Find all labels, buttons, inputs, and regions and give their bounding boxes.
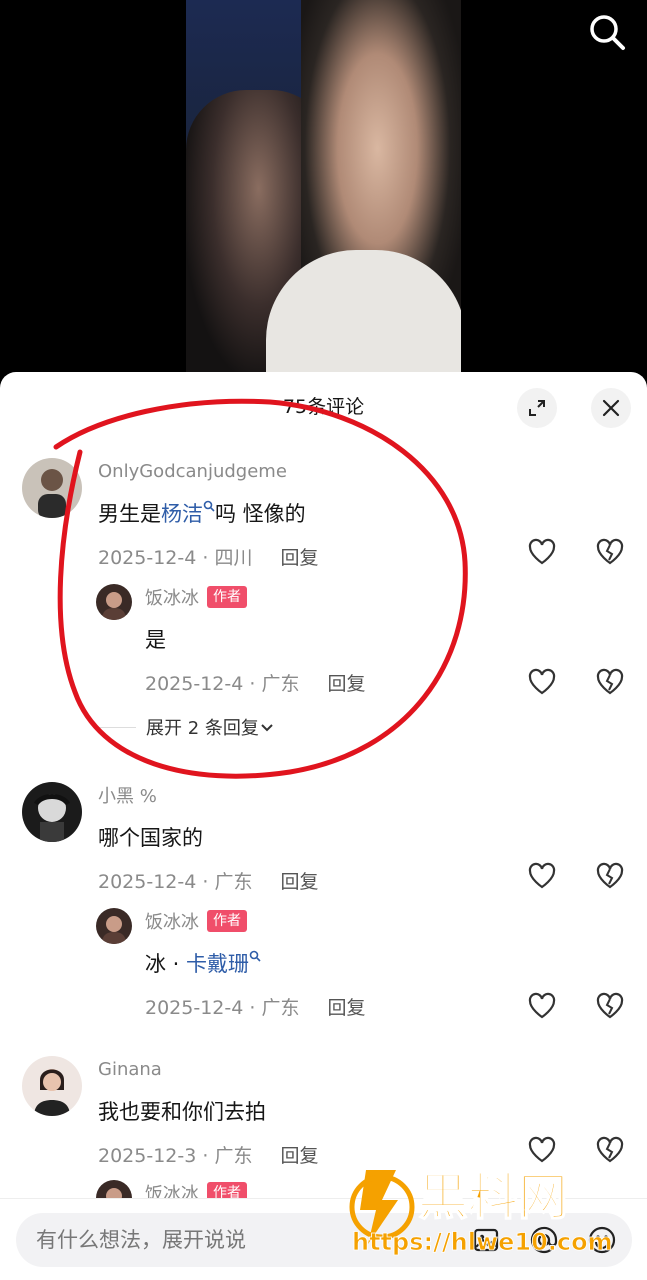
reply-button[interactable]: 回复 [327,993,365,1020]
search-icon[interactable] [585,10,629,54]
reply-button[interactable]: 回复 [280,1141,318,1168]
broken-heart-icon[interactable] [594,1134,626,1166]
close-icon[interactable] [591,388,631,428]
search-link[interactable]: 卡戴珊 [186,952,249,976]
reply-button[interactable]: 回复 [327,669,365,696]
divider [98,726,136,728]
reply-username-text[interactable]: 饭冰冰 [145,908,199,934]
expand-replies-label: 展开 2 条回复 [146,718,259,739]
avatar[interactable] [96,584,132,620]
broken-heart-icon[interactable] [594,536,626,568]
search-link[interactable]: 杨洁 [161,502,203,526]
comment-meta: 2025-12-3 · 广东 回复 [98,1140,537,1168]
broken-heart-icon[interactable] [594,990,626,1022]
comment-sheet: 75条评论 OnlyGodcanjudgeme 男生是杨洁吗 怪像的 2025-… [0,372,647,1280]
comment-meta: 2025-12-4 · 四川 回复 [98,542,537,570]
comment-text: 哪个国家的 [98,826,203,850]
heart-icon[interactable] [526,666,558,698]
avatar[interactable] [22,782,82,842]
reply-text: 冰 · 卡戴珊 [145,948,537,978]
comment-body: OnlyGodcanjudgeme 男生是杨洁吗 怪像的 2025-12-4 ·… [98,458,537,570]
input-icons [471,1225,617,1255]
reply-meta: 2025-12-4 · 广东 回复 [145,668,537,696]
expand-icon[interactable] [517,388,557,428]
avatar[interactable] [96,908,132,944]
avatar[interactable] [22,1056,82,1116]
emoji-icon[interactable] [587,1225,617,1255]
reply-button[interactable]: 回复 [280,543,318,570]
comment-meta: 2025-12-4 · 广东 回复 [98,866,537,894]
author-badge: 作者 [207,910,247,932]
search-icon [203,500,215,512]
comment-text: 我也要和你们去拍 [98,1100,266,1124]
comment-input-bar: 有什么想法，展开说说 [0,1198,647,1280]
reply-text: 是 [145,628,166,652]
video-frame [186,0,461,372]
reply-body: 饭冰冰 作者 冰 · 卡戴珊 2025-12-4 · 广东 回复 [145,908,537,1020]
reply-body: 饭冰冰 作者 是 2025-12-4 · 广东 回复 [145,584,537,696]
search-icon [249,950,261,962]
comment-sheet-header: 75条评论 [0,372,647,438]
comment-body: Ginana 我也要和你们去拍 2025-12-3 · 广东 回复 [98,1056,537,1168]
heart-icon[interactable] [526,536,558,568]
reply-meta: 2025-12-4 · 广东 回复 [145,992,537,1020]
heart-icon[interactable] [526,860,558,892]
expand-replies-button[interactable]: 展开 2 条回复 [98,714,275,740]
video-area[interactable] [0,0,647,372]
comment-body: 小黑 % 哪个国家的 2025-12-4 · 广东 回复 [98,782,537,894]
reply-button[interactable]: 回复 [280,867,318,894]
comment-text: 男生是杨洁吗 怪像的 [98,500,306,526]
at-icon[interactable] [529,1225,559,1255]
chevron-down-icon [261,724,273,732]
broken-heart-icon[interactable] [594,860,626,892]
image-icon[interactable] [471,1225,501,1255]
comment-username[interactable]: Ginana [98,1056,537,1082]
reply-username-text[interactable]: 饭冰冰 [145,584,199,610]
heart-icon[interactable] [526,1134,558,1166]
avatar[interactable] [22,458,82,518]
heart-icon[interactable] [526,990,558,1022]
broken-heart-icon[interactable] [594,666,626,698]
author-badge: 作者 [207,586,247,608]
comment-username[interactable]: 小黑 % [98,782,537,808]
comment-username[interactable]: OnlyGodcanjudgeme [98,458,537,484]
reply-username: 饭冰冰 作者 [145,908,537,934]
reply-username: 饭冰冰 作者 [145,584,537,610]
